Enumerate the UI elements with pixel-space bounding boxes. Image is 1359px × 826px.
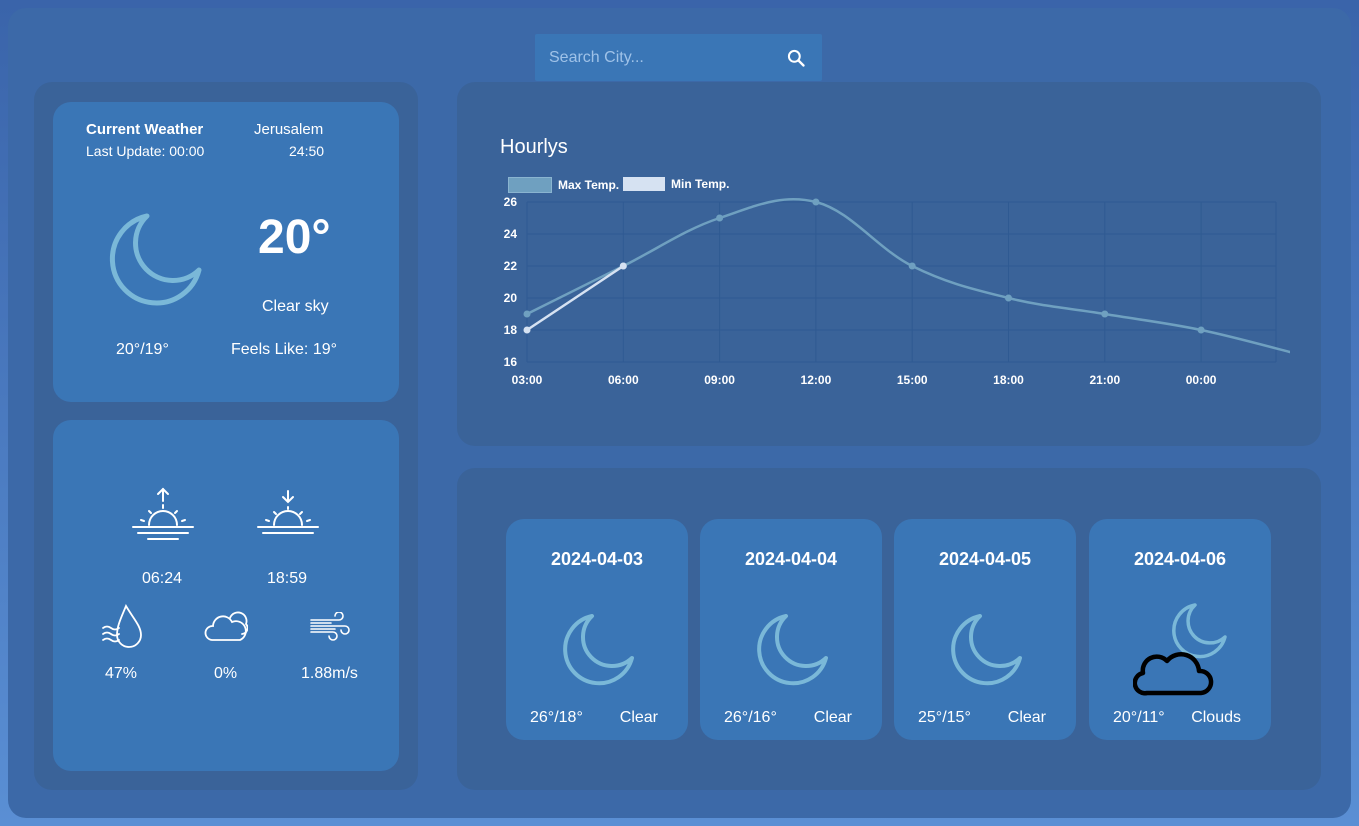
search-input[interactable] xyxy=(547,47,771,68)
forecast-date: 2024-04-05 xyxy=(938,549,1032,569)
sunset-icon xyxy=(257,490,319,534)
moon-icon xyxy=(563,614,634,686)
data-point-max xyxy=(908,262,916,270)
y-tick-label: 26 xyxy=(504,195,518,209)
current-weather-title: Current Weather xyxy=(86,121,204,138)
city-name: Jerusalem xyxy=(254,121,324,138)
forecast-condition: Clear xyxy=(1007,709,1046,726)
clouds-value: 0% xyxy=(214,665,238,682)
weather-description: Clear sky xyxy=(262,298,329,315)
data-point-max xyxy=(1005,294,1012,302)
forecast-temps: 25°/15° xyxy=(918,709,971,726)
forecast-date: 2024-04-04 xyxy=(744,549,838,569)
hourly-line-chart: 16 18 20 22 24 26 03:00 06:00 09:00 12:00 15:00 18:… xyxy=(504,195,1290,387)
moon-icon xyxy=(757,614,828,686)
forecast-condition: Clear xyxy=(619,709,658,726)
y-tick-label: 22 xyxy=(504,259,518,273)
forecast-condition: Clouds xyxy=(1191,709,1241,726)
forecast-date: 2024-04-03 xyxy=(550,549,644,569)
chart-title: Hourlys xyxy=(500,136,568,158)
forecast-date: 2024-04-06 xyxy=(1133,549,1227,569)
cloud-icon xyxy=(204,611,248,641)
x-tick-label: 09:00 xyxy=(704,373,735,387)
data-point-min xyxy=(619,262,627,270)
wind-value: 1.88m/s xyxy=(301,665,358,682)
details-card: 06:24 18:59 47% 0% 1.88m/s xyxy=(53,420,399,771)
forecast-card[interactable]: 2024-04-03 26°/18° Clear xyxy=(506,519,688,740)
x-tick-label: 03:00 xyxy=(512,373,543,387)
local-time: 24:50 xyxy=(289,143,325,159)
data-point-min xyxy=(523,326,531,334)
y-tick-label: 18 xyxy=(504,323,518,337)
moon-icon xyxy=(109,213,202,306)
humidity-icon xyxy=(102,604,142,648)
data-point-max xyxy=(523,310,531,318)
wind-icon xyxy=(310,612,350,641)
x-tick-label: 18:00 xyxy=(993,373,1024,387)
forecast-temps: 20°/11° xyxy=(1113,709,1165,726)
y-tick-label: 16 xyxy=(504,355,518,369)
forecast-card[interactable]: 2024-04-04 26°/16° Clear xyxy=(700,519,882,740)
sunset-time: 18:59 xyxy=(267,570,308,587)
data-point-max xyxy=(716,214,724,222)
data-point-max xyxy=(812,198,820,206)
current-weather-card: Current Weather Last Update: 00:00 Jerus… xyxy=(53,102,399,402)
forecast-temps: 26°/16° xyxy=(724,709,777,726)
humidity-value: 47% xyxy=(105,665,138,682)
feels-like: Feels Like: 19° xyxy=(231,341,338,358)
cloud-moon-icon xyxy=(1133,603,1227,696)
x-tick-label: 15:00 xyxy=(897,373,928,387)
x-tick-label: 06:00 xyxy=(608,373,639,387)
forecast-card[interactable]: 2024-04-05 25°/15° Clear xyxy=(894,519,1076,740)
forecast-condition: Clear xyxy=(813,709,852,726)
data-point-max xyxy=(1197,326,1205,334)
max-min-temp: 20°/19° xyxy=(116,341,169,358)
forecast-temps: 26°/18° xyxy=(530,709,583,726)
search-bar xyxy=(535,34,822,81)
y-tick-label: 20 xyxy=(504,291,518,305)
x-tick-label: 12:00 xyxy=(801,373,832,387)
x-tick-label: 21:00 xyxy=(1089,373,1120,387)
series-line-max xyxy=(526,198,1290,354)
sunrise-icon xyxy=(132,487,194,540)
y-tick-label: 24 xyxy=(504,227,518,241)
sunrise-time: 06:24 xyxy=(142,570,183,587)
forecast-card[interactable]: 2024-04-06 20°/11° Clouds xyxy=(1089,519,1271,740)
data-point-max xyxy=(1101,310,1109,318)
moon-icon xyxy=(951,614,1022,686)
last-update: Last Update: 00:00 xyxy=(86,143,205,159)
x-tick-label: 00:00 xyxy=(1186,373,1217,387)
current-temperature: 20° xyxy=(258,211,331,264)
search-icon[interactable] xyxy=(786,48,806,68)
